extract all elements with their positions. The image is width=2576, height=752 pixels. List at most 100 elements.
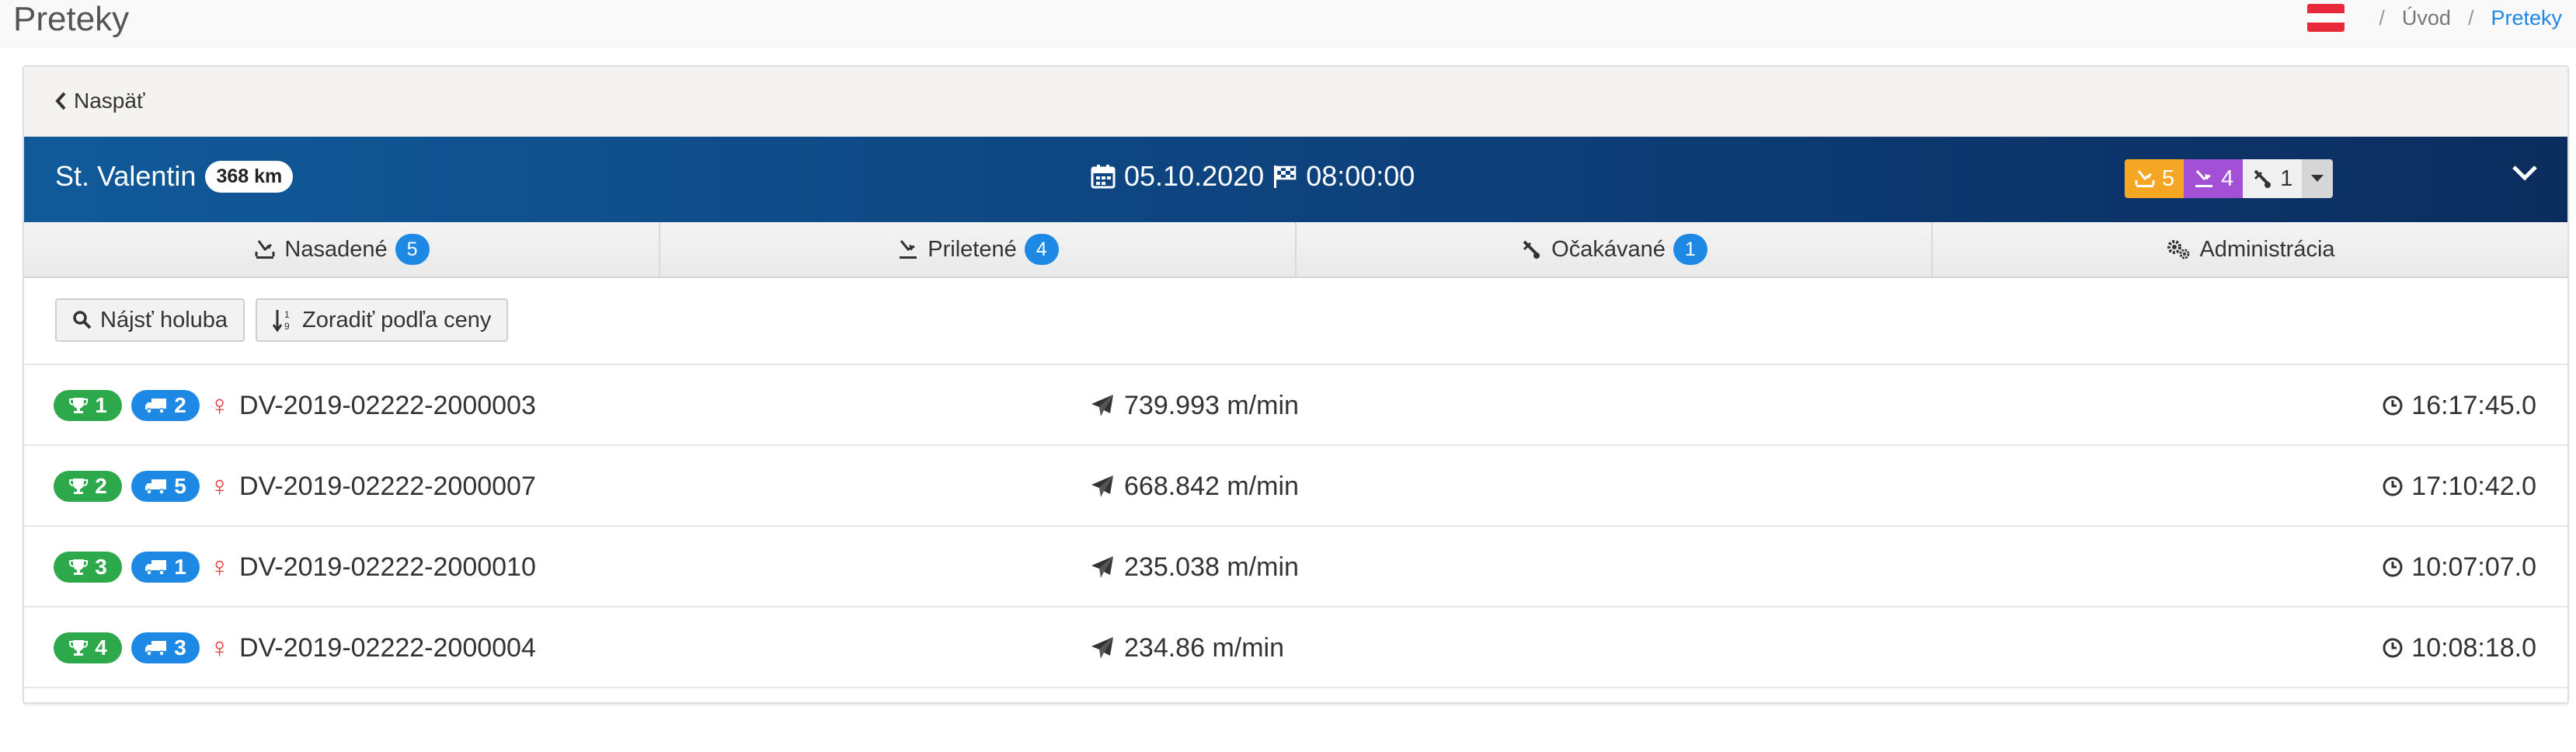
race-name: St. Valentin [55, 160, 197, 192]
arrival-time-value: 10:07:07.0 [2411, 552, 2536, 582]
clock-icon [2383, 476, 2403, 496]
result-identity: 1 2 ♀ DV-2019-02222-2000003 [54, 365, 536, 446]
ring-number: DV-2019-02222-2000010 [239, 552, 536, 582]
trophy-icon [69, 559, 89, 575]
clock-icon [2383, 395, 2403, 416]
ring-number: DV-2019-02222-2000003 [239, 390, 536, 420]
truck-value: 5 [174, 474, 186, 498]
race-time: 08:00:00 [1306, 160, 1415, 192]
expected-icon [1523, 240, 1540, 259]
calendar-icon [1091, 165, 1116, 189]
arrived-icon [2195, 169, 2213, 187]
expected-count-value: 1 [2280, 165, 2293, 191]
truck-icon [145, 399, 167, 414]
result-identity: 4 3 ♀ DV-2019-02222-2000004 [54, 608, 536, 688]
checkered-flag-icon [1274, 165, 1297, 188]
arrival-time-cell: 10:07:07.0 [2382, 527, 2536, 608]
arrival-time-value: 17:10:42.0 [2411, 471, 2536, 501]
truck-badge: 3 [131, 632, 200, 663]
back-button[interactable]: Naspäť [55, 89, 144, 113]
speed-value: 235.038 m/min [1124, 552, 1299, 582]
tab-administration-label: Administrácia [2199, 236, 2335, 262]
truck-badge: 2 [131, 390, 200, 421]
speed-value: 668.842 m/min [1124, 471, 1299, 501]
rank-value: 2 [95, 474, 107, 498]
chevron-left-icon [55, 92, 66, 110]
result-row[interactable]: 1 2 ♀ DV-2019-02222-2000003 739.993 m/mi… [24, 365, 2567, 446]
released-count[interactable]: 5 [2125, 159, 2184, 198]
tab-released-label: Nasadené [284, 236, 388, 262]
tab-released[interactable]: Nasadené 5 [24, 222, 660, 277]
paper-plane-icon [1091, 556, 1113, 578]
sort-numeric-icon: 19 [273, 309, 290, 332]
female-icon: ♀ [209, 470, 230, 502]
female-icon: ♀ [209, 632, 230, 663]
arrival-time-cell: 16:17:45.0 [2382, 365, 2536, 446]
paper-plane-icon [1091, 395, 1113, 416]
speed-cell: 668.842 m/min [1090, 446, 1299, 527]
sort-by-price-label: Zoradiť podľa ceny [302, 307, 492, 332]
arrived-count[interactable]: 4 [2184, 159, 2244, 198]
top-bar: Preteky / Úvod / Preteky [0, 0, 2576, 48]
released-count-value: 5 [2162, 165, 2175, 191]
female-icon: ♀ [209, 389, 230, 421]
race-date: 05.10.2020 [1124, 160, 1265, 192]
tab-arrived-badge: 4 [1024, 234, 1059, 265]
breadcrumb-separator: / [2467, 5, 2474, 30]
sort-by-price-button[interactable]: 19 Zoradiť podľa ceny [256, 298, 509, 342]
truck-value: 1 [174, 555, 186, 579]
rank-badge: 4 [54, 632, 122, 663]
clock-icon [2383, 638, 2403, 658]
caret-down-icon [2311, 175, 2324, 182]
speed-cell: 234.86 m/min [1090, 608, 1284, 688]
trophy-icon [69, 398, 89, 413]
svg-text:1: 1 [284, 309, 290, 320]
counts-dropdown-toggle[interactable] [2302, 159, 2334, 198]
arrived-icon [900, 240, 917, 259]
truck-icon [145, 641, 167, 656]
results-toolbar: Nájsť holuba 19 Zoradiť podľa ceny [24, 278, 2567, 365]
truck-icon [145, 560, 167, 576]
truck-value: 2 [174, 393, 186, 417]
collapse-button[interactable] [2512, 165, 2538, 186]
race-panel: Naspäť St. Valentin 368 km 05.10.2020 08… [23, 65, 2569, 704]
breadcrumb-home-link[interactable]: Úvod [2402, 6, 2451, 30]
race-header: St. Valentin 368 km 05.10.2020 08:00:00 … [24, 137, 2567, 222]
expected-count[interactable]: 1 [2243, 159, 2303, 198]
tab-expected-label: Očakávané [1551, 236, 1666, 262]
tab-expected-badge: 1 [1673, 234, 1707, 265]
speed-cell: 235.038 m/min [1090, 527, 1299, 608]
truck-icon [145, 479, 167, 495]
speed-value: 739.993 m/min [1124, 390, 1299, 420]
truck-badge: 1 [131, 552, 200, 583]
cogs-icon [2167, 240, 2190, 259]
arrived-count-value: 4 [2221, 165, 2234, 191]
arrival-time-value: 16:17:45.0 [2411, 390, 2536, 420]
rank-value: 4 [95, 635, 107, 660]
rank-badge: 1 [54, 390, 122, 421]
result-row[interactable]: 2 5 ♀ DV-2019-02222-2000007 668.842 m/mi… [24, 446, 2567, 527]
released-icon [255, 240, 275, 259]
arrival-time-cell: 17:10:42.0 [2382, 446, 2536, 527]
austria-flag-icon[interactable] [2307, 4, 2345, 32]
breadcrumb-current[interactable]: Preteky [2491, 6, 2562, 30]
tab-arrived[interactable]: Priletené 4 [660, 222, 1297, 277]
result-row[interactable]: 3 1 ♀ DV-2019-02222-2000010 235.038 m/mi… [24, 527, 2567, 608]
speed-value: 234.86 m/min [1124, 632, 1284, 663]
rank-badge: 2 [54, 471, 122, 502]
back-label: Naspäť [74, 89, 145, 113]
rank-value: 3 [95, 555, 107, 579]
trophy-icon [69, 640, 89, 656]
arrival-time-value: 10:08:18.0 [2411, 632, 2536, 663]
find-pigeon-label: Nájsť holuba [100, 307, 228, 332]
result-row[interactable]: 4 3 ♀ DV-2019-02222-2000004 234.86 m/min… [24, 608, 2567, 688]
breadcrumb: / Úvod / Preteky [2307, 0, 2562, 36]
tab-expected[interactable]: Očakávané 1 [1297, 222, 1933, 277]
expected-icon [2254, 169, 2271, 188]
ring-number: DV-2019-02222-2000004 [239, 632, 536, 663]
find-pigeon-button[interactable]: Nájsť holuba [55, 298, 245, 342]
tab-administration[interactable]: Administrácia [1933, 222, 2567, 277]
pigeon-counts[interactable]: 5 4 1 [2125, 159, 2334, 198]
result-identity: 3 1 ♀ DV-2019-02222-2000010 [54, 527, 536, 608]
released-icon [2135, 170, 2155, 187]
